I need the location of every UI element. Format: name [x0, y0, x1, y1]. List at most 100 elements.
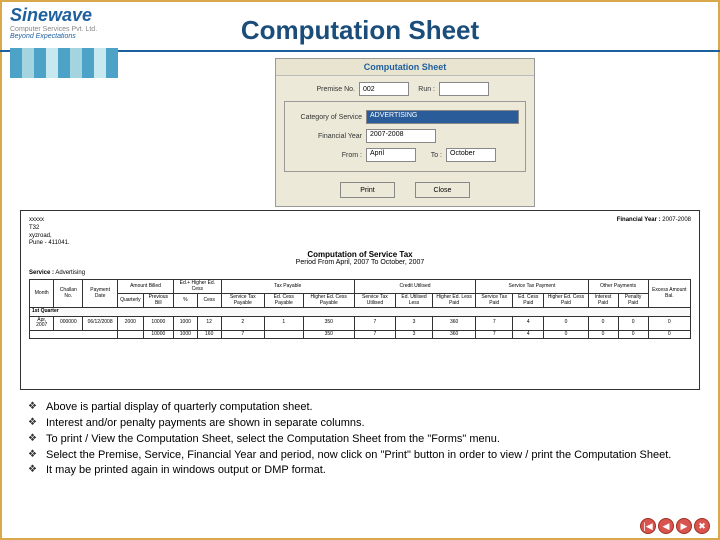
- header: Sinewave Computer Services Pvt. Ltd. Bey…: [0, 0, 720, 50]
- cell: 1: [264, 316, 303, 330]
- dialog-fieldset: Category of Service ADVERTISING Financia…: [284, 101, 526, 172]
- logo-brand: Sinewave: [10, 5, 140, 26]
- cell: [30, 330, 118, 339]
- close-button[interactable]: Close: [415, 182, 470, 198]
- finyear-select[interactable]: 2007-2008: [366, 129, 436, 143]
- cell: 0: [588, 330, 618, 339]
- sub: %: [174, 294, 198, 308]
- sub: Higher Ed. Less Paid: [432, 294, 475, 308]
- table-subheader-row: Quarterly Previous Bill % Cess Service T…: [30, 294, 691, 308]
- col-stp: Service Tax Payment: [476, 280, 588, 294]
- sub: Service Tax Utilised: [354, 294, 395, 308]
- sub: Ed. Cess Paid: [513, 294, 544, 308]
- col-other: Other Payments: [588, 280, 648, 294]
- cell: 7: [476, 316, 513, 330]
- col-hec: Ed.+ Higher Ed. Cess: [174, 280, 222, 294]
- cell: 10000: [143, 330, 173, 339]
- service-value: Advertising: [55, 270, 85, 276]
- nav-first-icon[interactable]: |◀: [640, 518, 656, 534]
- cell: 4: [513, 316, 544, 330]
- cell: 7: [354, 330, 395, 339]
- cell: 000000: [54, 316, 83, 330]
- bullet-item: To print / View the Computation Sheet, s…: [28, 432, 680, 447]
- nav-next-icon[interactable]: ▶: [676, 518, 692, 534]
- sub: Higher Ed. Cess Paid: [544, 294, 588, 308]
- cell: 2: [221, 316, 264, 330]
- nav-close-icon[interactable]: ✖: [694, 518, 710, 534]
- fy-value: 2007-2008: [662, 217, 691, 223]
- sub: Penalty Paid: [618, 294, 648, 308]
- group-label: 1st Quarter: [30, 308, 691, 317]
- category-label: Category of Service: [291, 114, 366, 121]
- col-month: Month: [30, 280, 54, 308]
- cell: 0: [648, 330, 690, 339]
- cell: 2000: [118, 316, 144, 330]
- sub: Ed. Utilised Less: [396, 294, 433, 308]
- finyear-label: Financial Year: [291, 133, 366, 140]
- cell: 3: [396, 330, 433, 339]
- dialog-title: Computation Sheet: [276, 59, 534, 76]
- col-excess: Excess Amount Bal.: [648, 280, 690, 308]
- cell: 7: [354, 316, 395, 330]
- cell: [264, 330, 303, 339]
- cell: 0: [618, 316, 648, 330]
- bullet-item: Interest and/or penalty payments are sho…: [28, 416, 680, 431]
- cell: 0: [544, 330, 588, 339]
- logo-subtitle: Computer Services Pvt. Ltd.: [10, 26, 140, 33]
- cell: 3: [396, 316, 433, 330]
- from-select[interactable]: April: [366, 148, 416, 162]
- from-label: From :: [291, 152, 366, 159]
- nav-prev-icon[interactable]: ◀: [658, 518, 674, 534]
- report-period: Period From April, 2007 To October, 2007: [29, 259, 691, 266]
- cell: 12: [197, 316, 221, 330]
- cell: Apr, 2007: [30, 316, 54, 330]
- report-service: Service : Advertising: [29, 270, 691, 276]
- cell: 350: [303, 330, 354, 339]
- cell: 7: [476, 330, 513, 339]
- computation-dialog: Computation Sheet Premise No. Run : Cate…: [275, 58, 535, 207]
- run-input[interactable]: [439, 82, 489, 96]
- bullet-list: Above is partial display of quarterly co…: [28, 400, 680, 479]
- addr-line: xyzroad,: [29, 233, 70, 241]
- cell: 10000: [143, 316, 173, 330]
- sub: Service Tax Payable: [221, 294, 264, 308]
- col-payable: Tax Payable: [221, 280, 354, 294]
- sub: Quarterly: [118, 294, 144, 308]
- sub: Higher Ed. Cess Payable: [303, 294, 354, 308]
- table-group-row: 1st Quarter: [30, 308, 691, 317]
- cell: [118, 330, 144, 339]
- print-button[interactable]: Print: [340, 182, 395, 198]
- table-header-row: Month Challan No. Payment Date Amount Bi…: [30, 280, 691, 294]
- run-label: Run :: [409, 86, 439, 93]
- table-row: Apr, 2007 000000 06/12/2008 2000 10000 1…: [30, 316, 691, 330]
- sub: Previous Bill: [143, 294, 173, 308]
- category-select[interactable]: ADVERTISING: [366, 110, 519, 124]
- premise-input[interactable]: [359, 82, 409, 96]
- cell: 4: [513, 330, 544, 339]
- to-label: To :: [416, 152, 446, 159]
- addr-line: Pune - 411041.: [29, 240, 70, 248]
- sub: Ed. Cess Payable: [264, 294, 303, 308]
- bullet-item: Select the Premise, Service, Financial Y…: [28, 448, 680, 463]
- sub: Cess: [197, 294, 221, 308]
- col-billed: Amount Billed: [118, 280, 174, 294]
- cell: 0: [618, 330, 648, 339]
- report-fy: Financial Year : 2007-2008: [617, 217, 691, 248]
- report-heading: Computation of Service Tax: [29, 250, 691, 259]
- col-paydate: Payment Date: [83, 280, 118, 308]
- to-select[interactable]: October: [446, 148, 496, 162]
- bullet-item: It may be printed again in windows outpu…: [28, 463, 680, 478]
- service-label: Service :: [29, 270, 54, 276]
- cell: 350: [303, 316, 354, 330]
- report-address: xxxxx T32 xyzroad, Pune - 411041.: [29, 217, 70, 248]
- col-credit: Credit Utilised: [354, 280, 476, 294]
- table-total-row: 10000 1000 160 7 350 7 3 360 7 4 0 0 0 0: [30, 330, 691, 339]
- cell: 0: [648, 316, 690, 330]
- cell: 360: [432, 330, 475, 339]
- fy-label: Financial Year :: [617, 217, 661, 223]
- cell: 06/12/2008: [83, 316, 118, 330]
- nav-controls: |◀ ◀ ▶ ✖: [640, 518, 710, 534]
- logo-tagline: Beyond Expectations: [10, 33, 140, 40]
- cell: 0: [544, 316, 588, 330]
- bullet-item: Above is partial display of quarterly co…: [28, 400, 680, 415]
